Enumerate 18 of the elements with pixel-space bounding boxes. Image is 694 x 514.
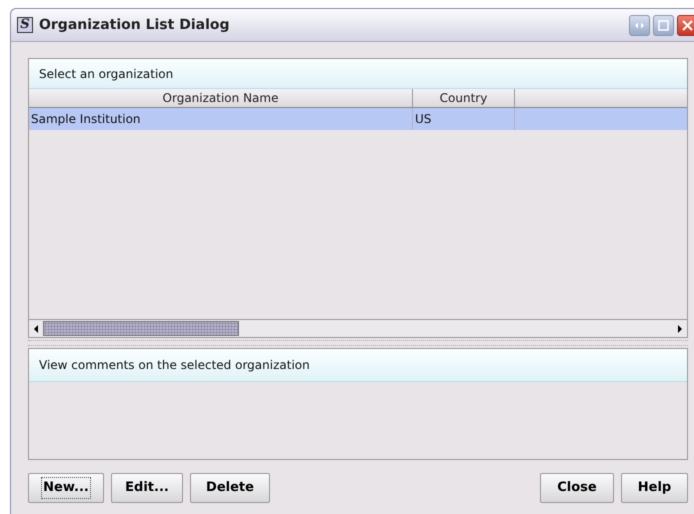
table-row[interactable]: Sample Institution US [29, 108, 687, 130]
app-icon: S [17, 17, 33, 33]
panel-heading: View comments on the selected organization [39, 357, 310, 374]
window-title: Organization List Dialog [39, 16, 230, 34]
resize-icon[interactable] [629, 14, 650, 36]
table-cell-text: US [415, 111, 432, 128]
dialog-button[interactable]: Close [540, 473, 614, 503]
column-header[interactable]: Organization Name [29, 89, 413, 107]
panel-heading: Select an organization [39, 66, 174, 82]
dialog-button[interactable]: New... [28, 473, 104, 503]
column-header[interactable]: Country [413, 89, 515, 107]
table-cell-text: Sample Institution [31, 111, 141, 128]
dialog-button[interactable]: Delete [190, 473, 270, 503]
horizontal-scrollbar[interactable] [29, 319, 687, 337]
dialog-button[interactable]: Help [621, 473, 688, 503]
close-icon[interactable] [677, 14, 694, 36]
dialog-button[interactable]: Edit... [111, 473, 183, 503]
scrollbar-thumb[interactable] [43, 321, 239, 336]
